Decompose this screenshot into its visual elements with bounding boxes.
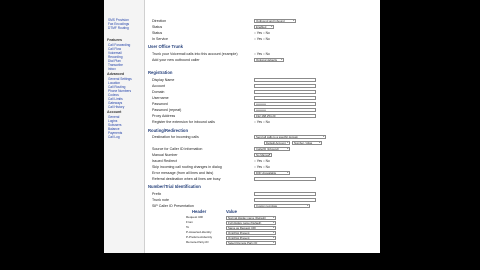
section-title-registration: Registration — [148, 70, 173, 75]
callerid-source-select[interactable]: CallerID (Inbound) — [254, 146, 290, 151]
radio-label: Yes — [256, 37, 262, 41]
field-label: Add your new outbound caller — [152, 58, 200, 62]
header-column-title: Header — [192, 209, 207, 214]
header-value-select[interactable]: Normal display name (Default) — [226, 215, 276, 220]
referral-row: Referral destination when all lines are … — [152, 176, 374, 182]
field-label: Referral destination when all lines are … — [152, 177, 221, 181]
direction-select[interactable]: Outbound and Inbound — [254, 18, 296, 23]
section-title-trunk: User Office Trunk — [148, 44, 183, 49]
register-row: Register the extension for inbound calls… — [152, 119, 374, 125]
domain-input[interactable] — [254, 89, 316, 94]
header-row: Remote-Party-ID Select Remote Party ID — [186, 240, 336, 245]
sidebar-nav: SMS Provision Fax Encodings DTMF Routing… — [104, 0, 145, 253]
radio-label: Yes — [256, 52, 262, 56]
header-value-select[interactable]: Omit/Not Present — [226, 235, 276, 240]
routing-number-select[interactable]: Number / Alias — [292, 140, 322, 145]
display-name-input[interactable] — [254, 77, 316, 82]
value-column-title: Value — [226, 209, 237, 214]
sidebar-section-account: Account — [107, 110, 122, 114]
field-label: Register the extension for inbound calls — [152, 120, 215, 124]
outbound-caller-select[interactable]: Optional defaults — [254, 57, 284, 62]
sidebar-link-3[interactable]: DTMF Routing — [108, 26, 129, 31]
settings-form: Direction Outbound and Inbound Status En… — [146, 0, 378, 253]
trunk-row-2: Add your new outbound caller Optional de… — [152, 57, 374, 63]
password-repeat-input[interactable]: •••••••••• — [254, 107, 316, 112]
sidebar-section-features: Features — [107, 38, 122, 42]
header-value-select[interactable]: Same as Request URI — [226, 225, 276, 230]
incoming-dest-select[interactable]: Send all calls to a specific domain — [254, 134, 326, 139]
trunk-note-input[interactable] — [254, 197, 316, 202]
sidebar-item[interactable]: Call Log — [108, 135, 120, 140]
register-radio[interactable]: ○ Yes ○ No — [254, 119, 270, 125]
section-title-number-id: Number/Trial Identification — [148, 184, 201, 189]
username-input[interactable] — [254, 95, 316, 100]
settings-page: SMS Provision Fax Encodings DTMF Routing… — [104, 0, 380, 253]
field-label: In Service — [152, 37, 168, 41]
routing-account-select[interactable]: Default Account — [264, 140, 290, 145]
header-name: Remote-Party-ID — [186, 240, 209, 244]
proxy-input[interactable]: 192.168.254.20 — [254, 113, 316, 118]
referral-input[interactable] — [254, 176, 316, 181]
radio-label: Yes — [256, 159, 262, 163]
header-value-select[interactable]: Select Remote Party ID — [226, 240, 276, 245]
radio-label: Yes — [256, 165, 262, 169]
field-label: SIP Caller ID Presentation — [152, 204, 194, 208]
sidebar-section-advanced: Advanced — [107, 72, 125, 76]
status-select[interactable]: Enabled — [254, 24, 274, 29]
section-title-routing: Routing/Redirection — [148, 128, 189, 133]
prefix-input[interactable] — [254, 191, 316, 196]
sip-callerid-row: SIP Caller ID Presentation Custom templa… — [152, 203, 374, 209]
radio-label: Yes — [256, 31, 262, 35]
manual-number-select[interactable]: No Manual — [254, 152, 272, 157]
password-input[interactable]: •••••••••• — [254, 101, 316, 106]
account-input[interactable] — [254, 83, 316, 88]
sip-callerid-select[interactable]: Custom template — [254, 203, 310, 208]
radio-label: Yes — [256, 120, 262, 124]
in-service-row: In Service ○ Yes ○ No — [152, 36, 374, 42]
error-message-select[interactable]: DID Unavailable — [254, 170, 290, 175]
header-value-select[interactable]: Full display name (Default) — [226, 220, 276, 225]
in-service-radio[interactable]: ○ Yes ○ No — [254, 36, 270, 42]
header-value-select[interactable]: Omit/Not Present — [226, 230, 276, 235]
